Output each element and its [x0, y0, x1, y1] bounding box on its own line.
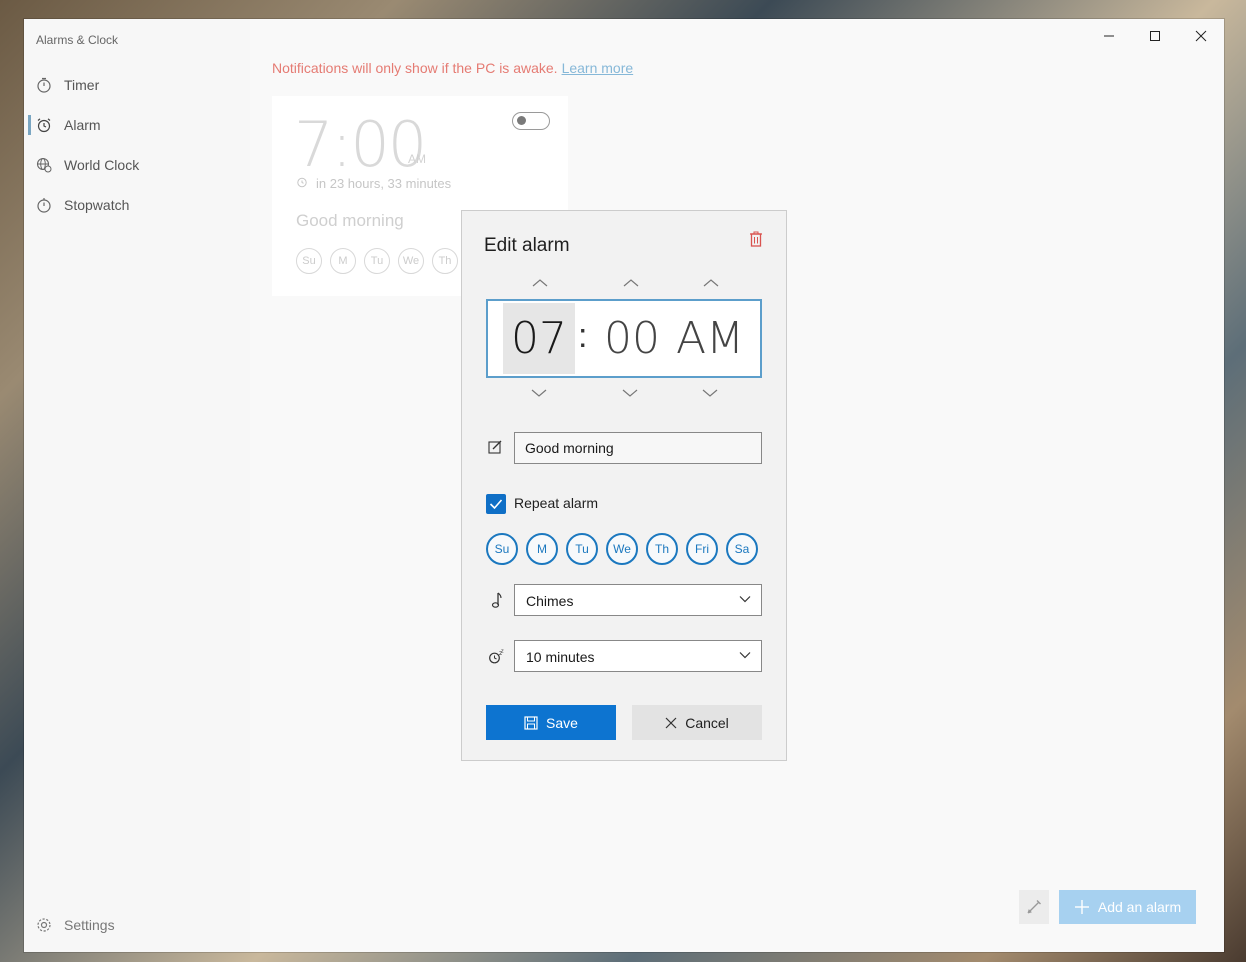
- sidebar-item-label: Timer: [64, 77, 100, 93]
- sound-value: Chimes: [526, 593, 574, 609]
- music-note-icon: [491, 592, 502, 608]
- gear-icon: [37, 918, 51, 932]
- sidebar-item-label: World Clock: [64, 157, 140, 173]
- time-picker[interactable]: 07 : 00 AM: [486, 299, 762, 378]
- settings-label: Settings: [64, 917, 115, 933]
- close-icon: [665, 717, 677, 728]
- chevron-down-icon: [739, 652, 751, 659]
- minute-down-chevron-icon[interactable]: [621, 388, 639, 398]
- sidebar-item-settings[interactable]: Settings: [24, 905, 250, 945]
- sidebar-item-timer[interactable]: Timer: [24, 65, 250, 105]
- time-separator: :: [578, 317, 588, 355]
- svg-text:z: z: [501, 649, 504, 655]
- toggle-knob: [517, 116, 526, 125]
- maximize-icon: [1150, 31, 1160, 41]
- learn-more-link[interactable]: Learn more: [562, 60, 634, 76]
- alarm-clock-icon: [297, 177, 307, 188]
- save-label: Save: [546, 714, 578, 731]
- add-alarm-button[interactable]: Add an alarm: [1059, 890, 1196, 924]
- pencil-icon: [1027, 900, 1041, 914]
- day-toggle-su[interactable]: Su: [486, 533, 518, 565]
- close-icon: [1195, 30, 1207, 42]
- minute-up-chevron-icon[interactable]: [622, 278, 640, 288]
- delete-alarm-button[interactable]: [749, 231, 763, 247]
- hour-down-chevron-icon[interactable]: [530, 388, 548, 398]
- hour-up-chevron-icon[interactable]: [531, 278, 549, 288]
- minimize-icon: [1104, 35, 1114, 37]
- cancel-label: Cancel: [685, 714, 729, 731]
- repeat-alarm-label: Repeat alarm: [514, 495, 599, 511]
- ampm-up-chevron-icon[interactable]: [702, 278, 720, 288]
- alarm-clock-icon: [37, 118, 51, 133]
- timer-icon: [37, 77, 51, 93]
- day-toggle-m[interactable]: M: [526, 533, 558, 565]
- stopwatch-icon: [37, 198, 51, 213]
- active-indicator: [28, 115, 31, 135]
- checkmark-icon: [489, 499, 503, 510]
- save-icon: [524, 715, 538, 730]
- dialog-title: Edit alarm: [484, 235, 570, 256]
- awake-notice: Notifications will only show if the PC i…: [272, 60, 633, 76]
- add-alarm-label: Add an alarm: [1097, 899, 1182, 915]
- card-day: Su: [296, 248, 322, 274]
- sidebar-item-stopwatch[interactable]: Stopwatch: [24, 185, 250, 225]
- edit-alarms-button[interactable]: [1019, 890, 1049, 924]
- plus-icon: [1074, 900, 1089, 914]
- chevron-down-icon: [739, 596, 751, 603]
- alarm-name-input[interactable]: [514, 432, 762, 464]
- sound-dropdown[interactable]: Chimes: [514, 584, 762, 616]
- day-toggle-sa[interactable]: Sa: [726, 533, 758, 565]
- maximize-button[interactable]: [1132, 19, 1178, 53]
- edit-name-icon: [488, 440, 502, 454]
- day-toggle-th[interactable]: Th: [646, 533, 678, 565]
- minimize-button[interactable]: [1086, 19, 1132, 53]
- day-toggle-fri[interactable]: Fri: [686, 533, 718, 565]
- repeat-alarm-checkbox[interactable]: [486, 494, 506, 514]
- hour-field[interactable]: 07: [503, 303, 575, 374]
- card-day: We: [398, 248, 424, 274]
- card-day: Tu: [364, 248, 390, 274]
- snooze-icon: zz: [489, 649, 504, 664]
- ampm-field[interactable]: AM: [670, 303, 750, 374]
- card-day: Th: [432, 248, 458, 274]
- snooze-dropdown[interactable]: 10 minutes: [514, 640, 762, 672]
- repeat-days: Su M Tu We Th Fri Sa: [486, 533, 758, 565]
- close-window-button[interactable]: [1178, 19, 1224, 53]
- alarm-toggle[interactable]: [512, 112, 550, 130]
- snooze-value: 10 minutes: [526, 649, 595, 665]
- notice-text: Notifications will only show if the PC i…: [272, 60, 558, 76]
- sidebar-item-label: Stopwatch: [64, 197, 130, 213]
- day-toggle-we[interactable]: We: [606, 533, 638, 565]
- ampm-down-chevron-icon[interactable]: [701, 388, 719, 398]
- globe-icon: [36, 157, 52, 173]
- alarm-card-name: Good morning: [296, 211, 404, 230]
- alarm-card-time: 7:00: [294, 108, 427, 181]
- sidebar-item-label: Alarm: [64, 117, 101, 133]
- alarm-card-countdown: in 23 hours, 33 minutes: [316, 176, 452, 191]
- sidebar: Alarms & Clock Timer Alarm World Clock S…: [24, 19, 250, 952]
- sidebar-item-world-clock[interactable]: World Clock: [24, 145, 250, 185]
- sidebar-item-alarm[interactable]: Alarm: [24, 105, 250, 145]
- day-toggle-tu[interactable]: Tu: [566, 533, 598, 565]
- edit-alarm-dialog: Edit alarm 07 : 00 AM Repeat alarm Su M …: [461, 210, 787, 761]
- minute-field[interactable]: 00: [596, 303, 668, 374]
- app-window: Alarms & Clock Timer Alarm World Clock S…: [24, 19, 1224, 952]
- card-day: M: [330, 248, 356, 274]
- save-button[interactable]: Save: [486, 705, 616, 740]
- cancel-button[interactable]: Cancel: [632, 705, 762, 740]
- alarm-card-ampm: AM: [408, 152, 426, 166]
- alarm-card-days: Su M Tu We Th: [296, 248, 458, 274]
- app-title: Alarms & Clock: [36, 33, 119, 47]
